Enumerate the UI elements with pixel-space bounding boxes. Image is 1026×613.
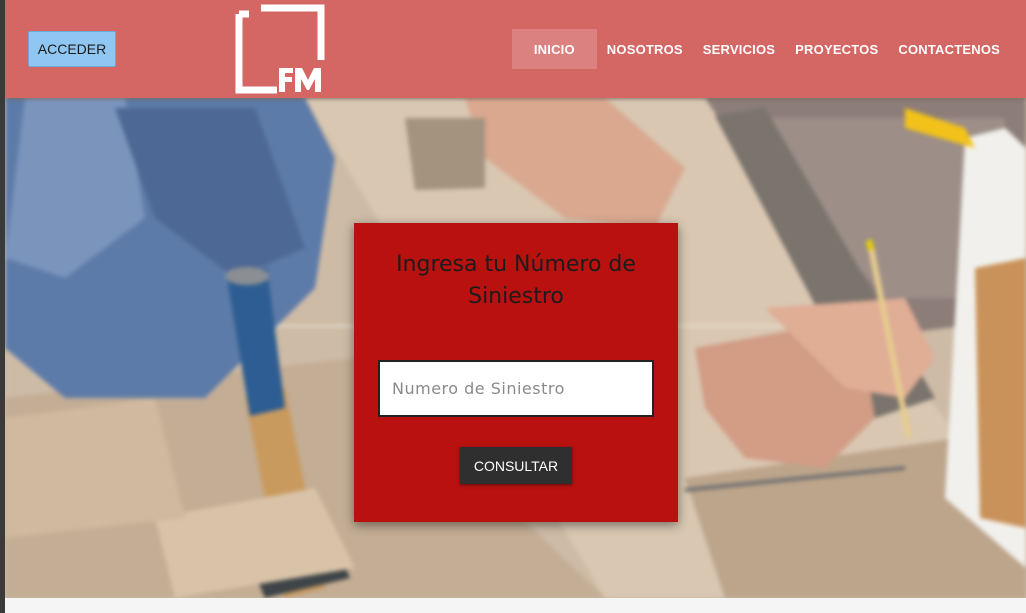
fm-logo[interactable]	[235, 4, 327, 94]
claim-card-title: Ingresa tu Número de Siniestro	[396, 252, 636, 309]
nav-item-contactenos[interactable]: CONTACTENOS	[888, 29, 1010, 69]
claim-search-card: Ingresa tu Número de Siniestro CONSULTAR	[354, 223, 678, 522]
consultar-button[interactable]: CONSULTAR	[460, 447, 572, 484]
claim-number-input[interactable]	[378, 360, 654, 417]
nav-item-servicios[interactable]: SERVICIOS	[693, 29, 785, 69]
nav-item-nosotros[interactable]: NOSOTROS	[597, 29, 693, 69]
nav-item-proyectos[interactable]: PROYECTOS	[785, 29, 888, 69]
login-button[interactable]: ACCEDER	[28, 31, 116, 67]
page: ACCEDER INICIO NOSOTROS SERVICIOS PROYEC…	[5, 0, 1026, 613]
site-header: ACCEDER INICIO NOSOTROS SERVICIOS PROYEC…	[5, 0, 1026, 98]
page-bottom-strip	[5, 598, 1026, 613]
nav-item-inicio[interactable]: INICIO	[511, 29, 597, 69]
main-nav: INICIO NOSOTROS SERVICIOS PROYECTOS CONT…	[511, 29, 1010, 69]
